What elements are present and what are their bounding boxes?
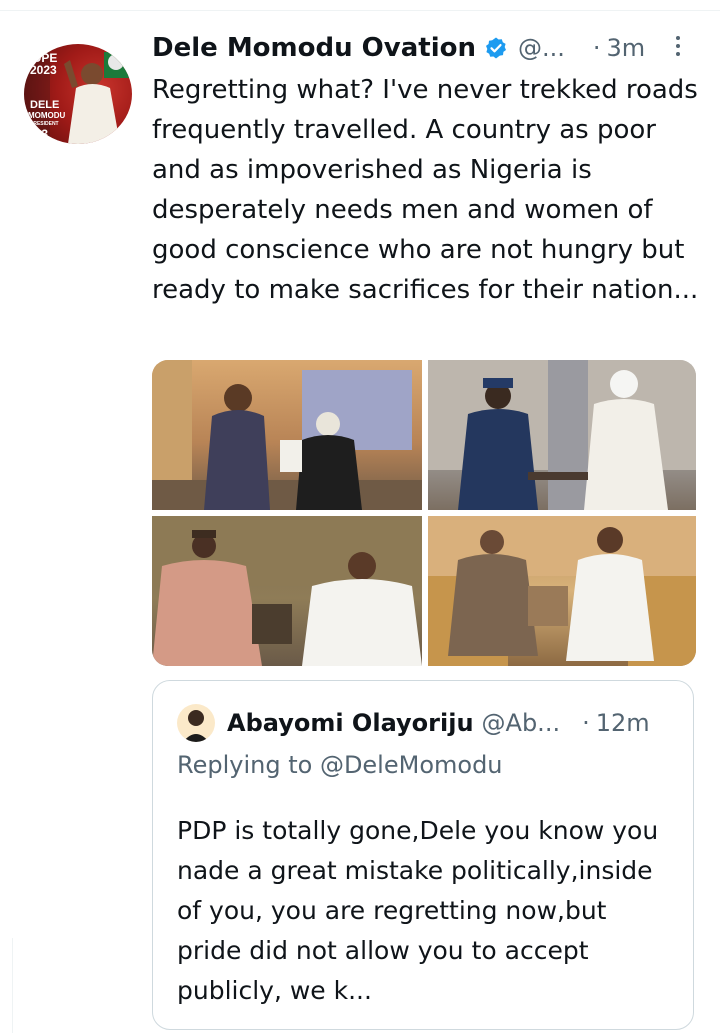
author-name[interactable]: Dele Momodu Ovation [152,33,476,63]
poster-line-2: 2023 [30,63,57,77]
quote-header: Abayomi Olayoriju @Ab... · 12m [177,704,687,742]
poster-line-3: DELE [30,99,60,111]
author-handle[interactable]: @... [518,34,565,62]
quote-author-name[interactable]: Abayomi Olayoriju [227,709,474,737]
replying-to-mention[interactable]: @DeleMomodu [320,751,503,779]
quote-timestamp[interactable]: 12m [596,709,650,737]
quoted-reply-card[interactable]: Abayomi Olayoriju @Ab... · 12m Replying … [152,680,694,1030]
tweet-text: Regretting what? I've never trekked road… [152,75,699,305]
media-photo-4[interactable] [428,516,696,666]
poster-line-6: 023 [28,127,49,141]
media-photo-3[interactable] [152,516,422,666]
header-separator: · [592,34,601,62]
more-options-icon[interactable] [670,36,686,62]
quote-author-handle[interactable]: @Ab... [482,709,561,737]
poster-line-4: MOMODU [28,111,66,120]
quote-text: PDP is totally gone,Dele you know you na… [177,816,659,1005]
tweet-media-grid [152,360,696,666]
quote-header-separator: · [582,709,590,737]
media-photo-2[interactable] [428,360,696,510]
tweet-timestamp[interactable]: 3m [607,34,646,62]
media-photo-1[interactable] [152,360,422,510]
quote-author-avatar[interactable] [177,704,215,742]
replying-to-prefix: Replying to [177,751,320,779]
verified-badge-icon [484,36,508,60]
author-avatar[interactable]: OPE 2023 DELE MOMODU PRESIDENT 023 [24,44,132,144]
top-divider [0,10,720,11]
tweet-header: Dele Momodu Ovation @... · 3m [152,30,692,66]
replying-to-line: Replying to @DeleMomodu [177,751,503,779]
side-rail [0,938,13,1033]
